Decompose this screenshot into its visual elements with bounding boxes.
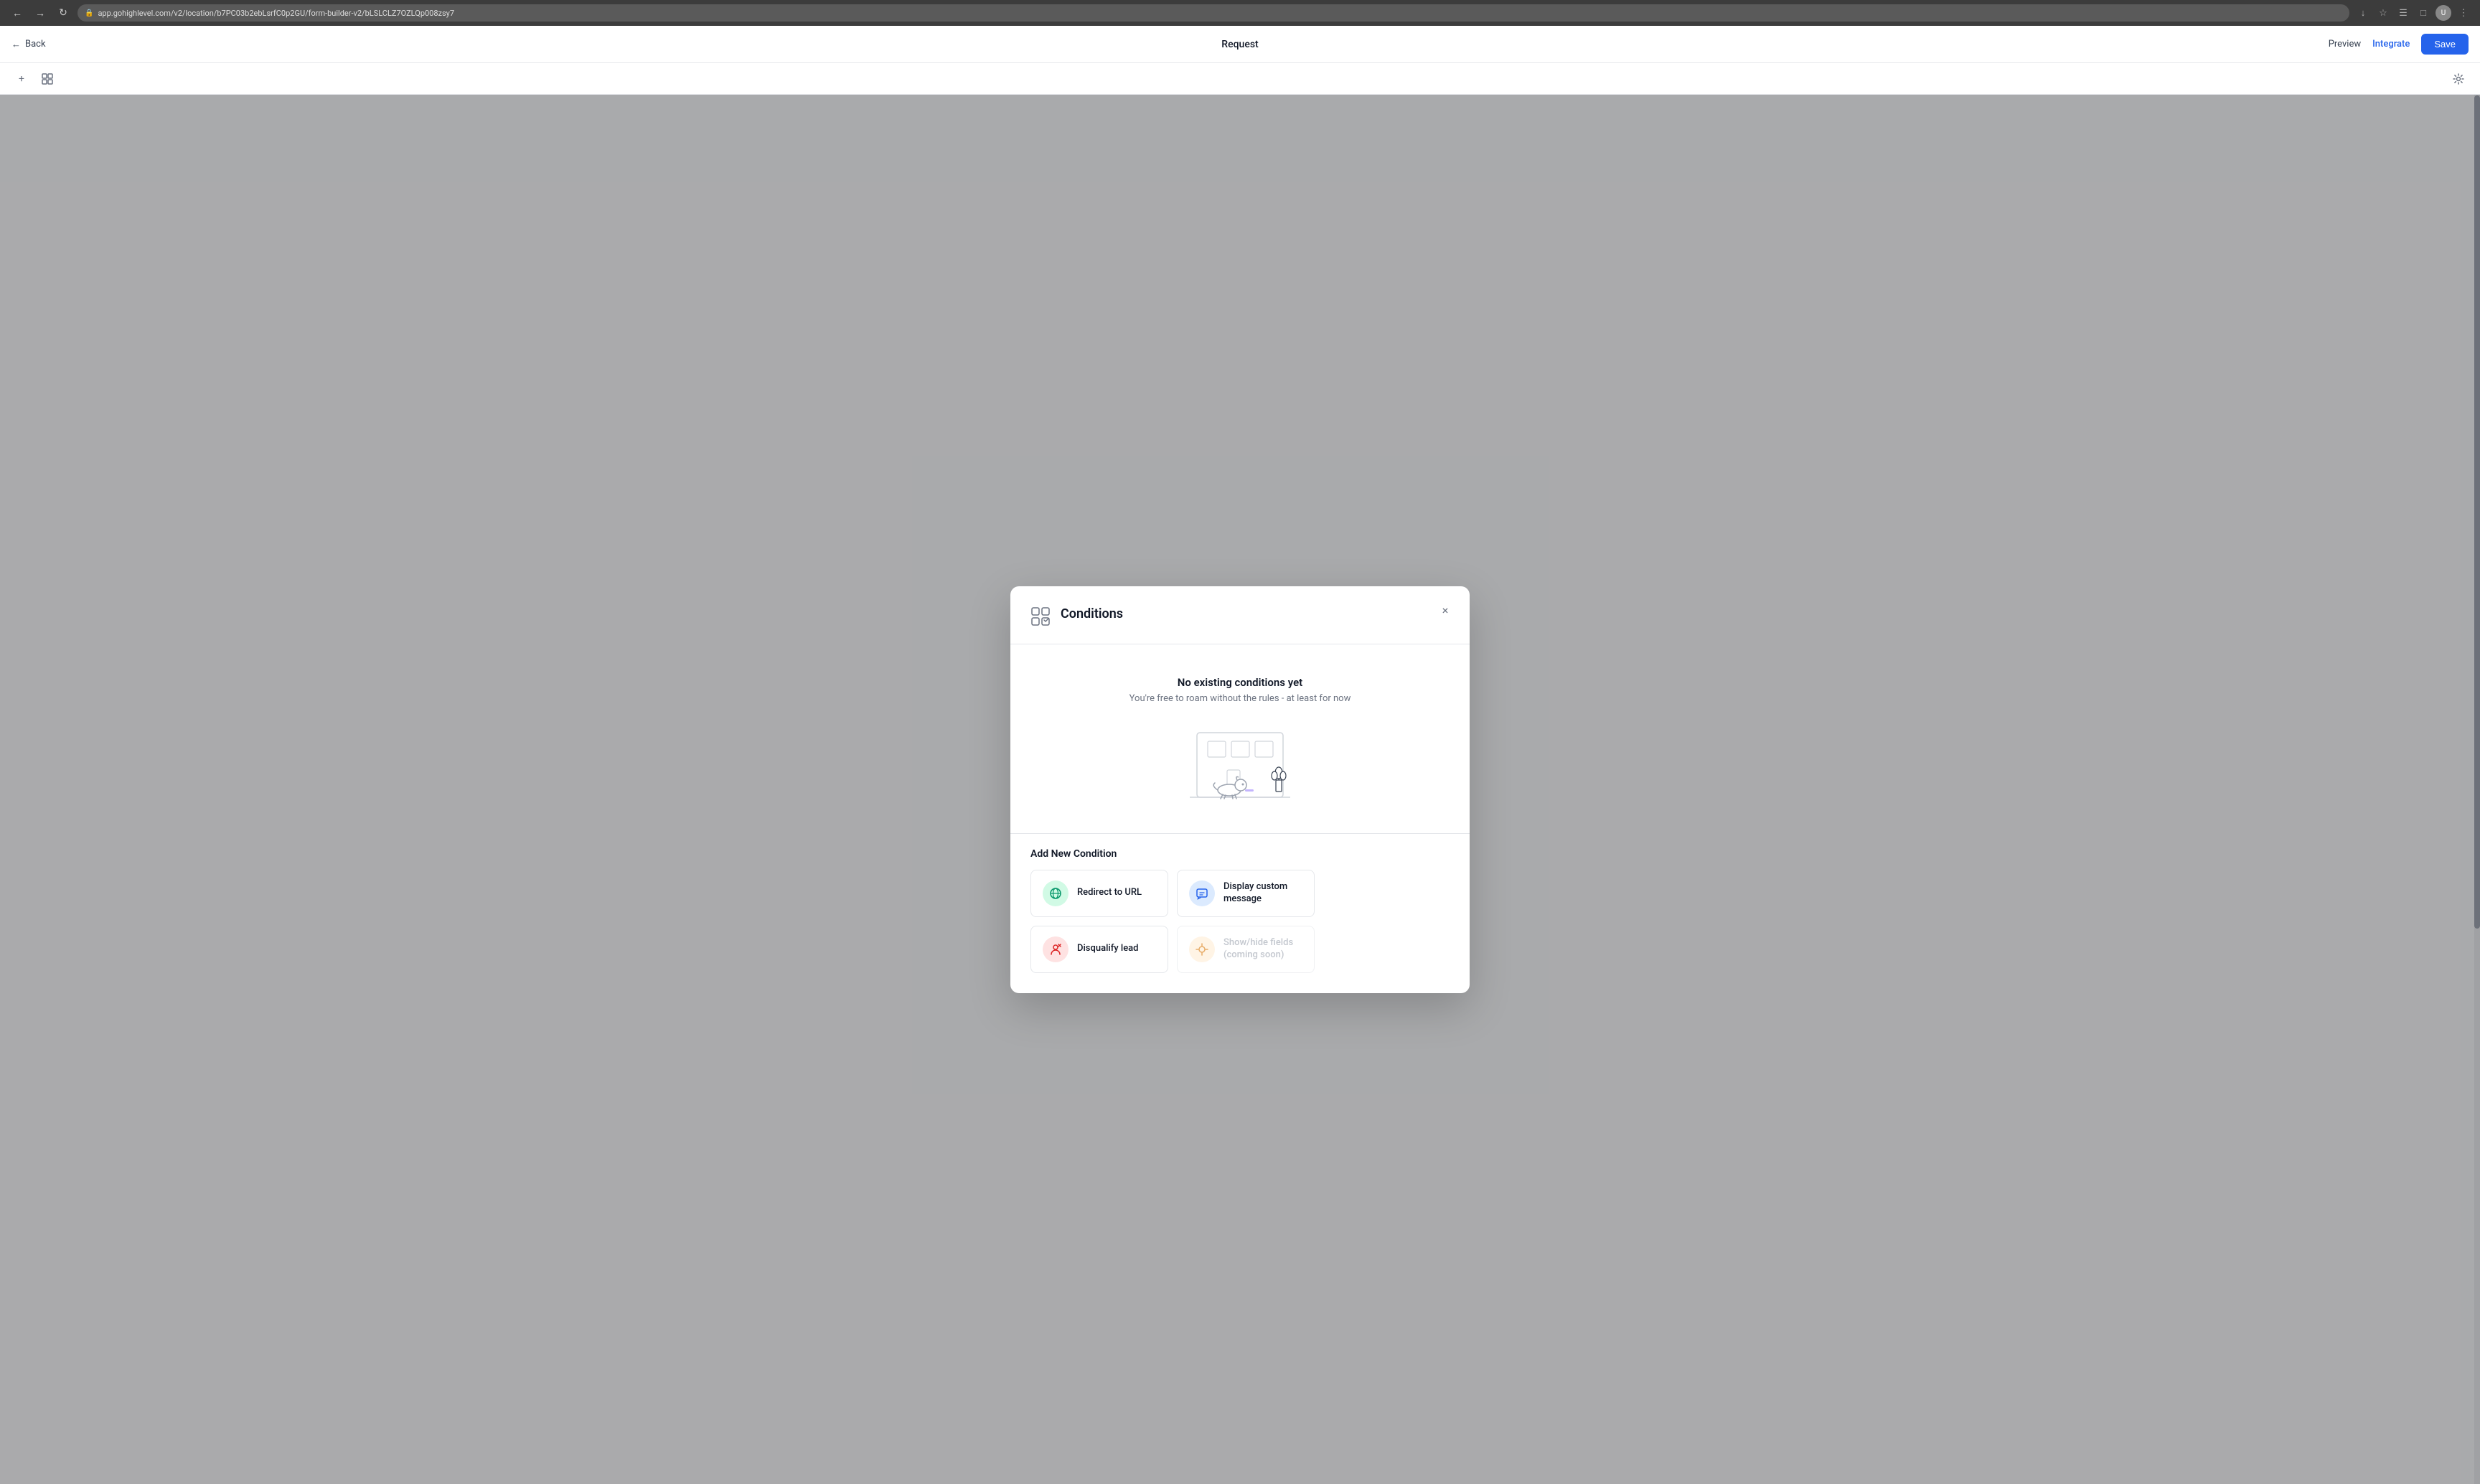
back-label: Back [25, 39, 46, 50]
disqualify-lead-label: Disqualify lead [1077, 943, 1139, 955]
empty-illustration [1168, 718, 1312, 812]
profile-avatar[interactable]: U [2436, 5, 2451, 21]
save-button[interactable]: Save [2421, 34, 2469, 55]
conditions-modal: Conditions × No existing conditions yet … [1010, 586, 1470, 993]
add-condition-title: Add New Condition [1030, 848, 1450, 860]
display-message-label: Display custom message [1223, 881, 1302, 906]
grid-view-button[interactable] [37, 69, 57, 89]
conditions-icon [1030, 606, 1053, 629]
back-nav-button[interactable]: ← [9, 4, 26, 22]
url-text: app.gohighlevel.com/v2/location/b7PC03b2… [98, 9, 2342, 18]
add-condition-section: Add New Condition Redirect to URL [1030, 848, 1450, 973]
lock-icon: 🔒 [85, 9, 93, 17]
display-custom-message-card[interactable]: Display custom message [1177, 870, 1315, 917]
menu-icon[interactable]: ⋮ [2456, 5, 2471, 21]
empty-state-title: No existing conditions yet [1030, 676, 1450, 689]
page-title: Request [1221, 39, 1258, 50]
display-message-icon [1189, 880, 1215, 906]
integrate-button[interactable]: Integrate [2372, 39, 2410, 50]
modal-title: Conditions [1061, 606, 1123, 621]
disqualify-lead-icon [1043, 936, 1068, 962]
redirect-url-card[interactable]: Redirect to URL [1030, 870, 1168, 917]
show-hide-label: Show/hide fields (coming soon) [1223, 937, 1302, 962]
empty-state-subtitle: You're free to roam without the rules - … [1030, 693, 1450, 704]
app-header: ← Back Request Preview Integrate Save [0, 26, 2480, 63]
header-actions: Preview Integrate Save [2329, 34, 2469, 55]
back-button[interactable]: ← Back [11, 39, 46, 50]
tab-icon[interactable]: □ [2415, 5, 2431, 21]
main-content: State Postal code [0, 95, 2480, 1484]
settings-button[interactable] [2448, 69, 2469, 89]
back-arrow-icon: ← [11, 39, 21, 50]
redirect-url-label: Redirect to URL [1077, 887, 1142, 899]
modal-overlay[interactable]: Conditions × No existing conditions yet … [0, 95, 2480, 1484]
bookmark-icon[interactable]: ☆ [2375, 5, 2391, 21]
section-divider [1010, 833, 1470, 834]
redirect-url-icon [1043, 880, 1068, 906]
disqualify-lead-card[interactable]: Disqualify lead [1030, 926, 1168, 973]
browser-actions: ↓ ☆ ☰ □ U ⋮ [2355, 5, 2471, 21]
modal-header: Conditions [1030, 606, 1450, 629]
add-element-button[interactable]: + [11, 69, 32, 89]
forward-nav-button[interactable]: → [32, 4, 49, 22]
url-bar[interactable]: 🔒 app.gohighlevel.com/v2/location/b7PC03… [78, 4, 2349, 22]
empty-state: No existing conditions yet You're free t… [1030, 662, 1450, 833]
toolbar: + [0, 63, 2480, 95]
extensions-icon[interactable]: ☰ [2395, 5, 2411, 21]
show-hide-icon [1189, 936, 1215, 962]
reload-button[interactable]: ↻ [55, 4, 72, 22]
download-icon[interactable]: ↓ [2355, 5, 2371, 21]
preview-button[interactable]: Preview [2329, 39, 2361, 50]
browser-chrome: ← → ↻ 🔒 app.gohighlevel.com/v2/location/… [0, 0, 2480, 26]
condition-cards: Redirect to URL Display custom message [1030, 870, 1450, 973]
toolbar-right [2448, 69, 2469, 89]
modal-close-button[interactable]: × [1435, 601, 1455, 621]
show-hide-fields-card: Show/hide fields (coming soon) [1177, 926, 1315, 973]
